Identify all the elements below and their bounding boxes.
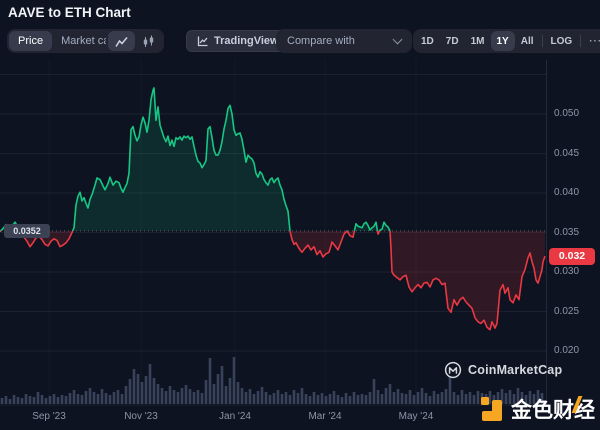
jinse-finance-watermark: 金色财经	[481, 394, 595, 424]
divider	[580, 35, 581, 47]
tradingview-icon	[197, 35, 209, 47]
coinmarketcap-watermark: CoinMarketCap	[444, 361, 562, 379]
y-axis-label: 0.040	[554, 187, 596, 198]
y-axis-label: 0.025	[554, 306, 596, 317]
page-title: AAVE to ETH Chart	[8, 5, 131, 20]
more-options-button[interactable]: ···	[583, 31, 600, 51]
jinse-finance-watermark-label: 金色财经	[511, 394, 595, 424]
last-price-badge: 0.032	[549, 248, 595, 265]
compare-with-dropdown[interactable]: Compare with	[276, 29, 412, 53]
candlestick-button[interactable]	[135, 31, 162, 51]
range-1d[interactable]: 1D	[415, 31, 440, 51]
log-scale-button[interactable]: LOG	[545, 31, 579, 51]
y-axis-label: 0.020	[554, 345, 596, 356]
line-chart-button[interactable]	[108, 31, 135, 51]
range-1y[interactable]: 1Y	[491, 31, 515, 51]
x-axis-label: Sep '23	[26, 411, 72, 422]
y-axis-label: 0.050	[554, 108, 596, 119]
y-axis-label: 0.045	[554, 148, 596, 159]
chart-page: AAVE to ETH Chart PriceMarket cap Tradin…	[0, 0, 600, 430]
baseline-price-badge: 0.0352	[4, 224, 50, 238]
range-all[interactable]: All	[515, 31, 540, 51]
x-axis-label: May '24	[393, 411, 439, 422]
chevron-down-icon	[393, 35, 403, 45]
range-1m[interactable]: 1M	[465, 31, 491, 51]
range-7d[interactable]: 7D	[440, 31, 465, 51]
y-axis-label: 0.030	[554, 266, 596, 277]
x-axis-label: Jan '24	[212, 411, 258, 422]
tradingview-button[interactable]: TradingView	[186, 30, 290, 52]
tradingview-label: TradingView	[214, 35, 279, 47]
compare-with-label: Compare with	[287, 35, 355, 47]
coinmarketcap-logo-icon	[444, 361, 462, 379]
chart-type-group	[106, 29, 164, 53]
x-axis-label: Nov '23	[118, 411, 164, 422]
x-axis-label: Mar '24	[302, 411, 348, 422]
divider	[542, 35, 543, 47]
y-axis-label: 0.035	[554, 227, 596, 238]
candlestick-icon	[142, 35, 155, 48]
jinse-finance-logo-icon	[481, 396, 505, 422]
coinmarketcap-watermark-label: CoinMarketCap	[468, 363, 562, 377]
tab-price[interactable]: Price	[9, 31, 52, 51]
y-axis-separator	[546, 60, 547, 405]
range-group: 1D7D1M1YAllLOG···	[413, 29, 600, 53]
line-chart-icon	[115, 35, 128, 48]
